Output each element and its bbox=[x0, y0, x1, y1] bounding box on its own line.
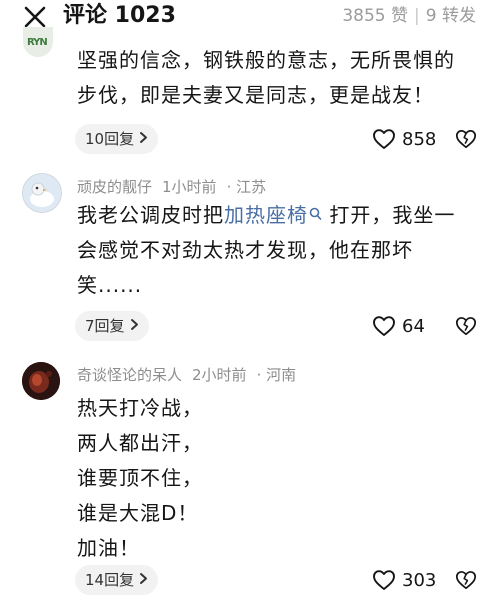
replies-button[interactable]: 14回复 bbox=[75, 565, 159, 595]
comment-line: 笑...... bbox=[77, 273, 143, 297]
like-count: 303 bbox=[402, 569, 437, 591]
comment-time: 1小时前 bbox=[162, 178, 217, 196]
comment-meta: 顽皮的靓仔 1小时前 · 江苏 bbox=[77, 177, 266, 197]
broken-heart-icon[interactable] bbox=[455, 315, 477, 337]
comment-text: 打开，我坐一 bbox=[322, 203, 456, 227]
comment-body: 热天打冷战， 两人都出汗， 谁要顶不住， 谁是大混D！ 加油！ bbox=[77, 391, 203, 566]
like-button[interactable]: 303 bbox=[372, 565, 436, 595]
chevron-right-icon bbox=[130, 319, 138, 330]
comment-text: 我老公调皮时把 bbox=[77, 203, 224, 227]
avatar[interactable] bbox=[22, 173, 62, 213]
username[interactable]: 顽皮的靓仔 bbox=[77, 178, 152, 196]
username[interactable]: 奇谈怪论的呆人 bbox=[77, 366, 182, 384]
heart-icon bbox=[373, 570, 395, 590]
avatar-logo-text: RYN bbox=[27, 37, 48, 48]
broken-heart-icon[interactable] bbox=[455, 128, 477, 150]
avatar[interactable] bbox=[22, 362, 60, 400]
search-link[interactable]: 加热座椅 bbox=[224, 203, 308, 227]
replies-button[interactable]: 7回复 bbox=[75, 311, 149, 341]
avatar[interactable]: RYN bbox=[23, 27, 53, 57]
comments-header: 评论 1023 3855 赞 | 9 转发 bbox=[0, 0, 500, 34]
replies-label: 7回复 bbox=[85, 317, 125, 335]
like-button[interactable]: 858 bbox=[372, 124, 436, 154]
broken-heart-icon[interactable] bbox=[455, 569, 477, 591]
comment-line: 谁要顶不住， bbox=[77, 466, 203, 490]
comment-line: 两人都出汗， bbox=[77, 431, 203, 455]
heart-icon bbox=[373, 316, 395, 336]
stats-separator: | bbox=[414, 6, 420, 26]
avatar-photo-icon bbox=[22, 362, 60, 400]
search-icon[interactable] bbox=[309, 207, 322, 221]
comment-location: · 河南 bbox=[256, 366, 297, 384]
replies-label: 10回复 bbox=[85, 130, 135, 148]
comment-body: 我老公调皮时把加热座椅 打开，我坐一 会感觉不对劲太热才发现，他在那坏 笑...… bbox=[77, 198, 455, 303]
comment-time: 2小时前 bbox=[192, 366, 247, 384]
heart-icon bbox=[373, 129, 395, 149]
avatar-bird-icon bbox=[23, 174, 61, 212]
comment-location: · 江苏 bbox=[226, 178, 267, 196]
comment-line: 谁是大混D！ bbox=[77, 501, 199, 525]
comment-line: 我老公调皮时把加热座椅 打开，我坐一 bbox=[77, 198, 455, 233]
comment-line: 加油！ bbox=[77, 536, 140, 560]
chevron-right-icon bbox=[140, 573, 148, 584]
comment-meta: 奇谈怪论的呆人 2小时前 · 河南 bbox=[77, 365, 296, 385]
like-count: 858 bbox=[402, 128, 437, 150]
like-count: 64 bbox=[402, 315, 425, 337]
comment-line: 会感觉不对劲太热才发现，他在那坏 bbox=[77, 238, 413, 262]
replies-label: 14回复 bbox=[85, 571, 135, 589]
forwards-count: 9 转发 bbox=[425, 6, 476, 26]
comment-line: 步伐，即是夫妻又是同志，更是战友！ bbox=[77, 83, 434, 107]
chevron-right-icon bbox=[140, 132, 148, 143]
comment-line: 热天打冷战， bbox=[77, 396, 203, 420]
page-title: 评论 1023 bbox=[63, 3, 176, 28]
likes-count: 3855 赞 bbox=[342, 6, 409, 26]
comment-body: 坚强的信念，钢铁般的意志，无所畏惧的 步伐，即是夫妻又是同志，更是战友！ bbox=[77, 43, 455, 113]
comment-line: 坚强的信念，钢铁般的意志，无所畏惧的 bbox=[77, 48, 455, 72]
replies-button[interactable]: 10回复 bbox=[75, 124, 159, 154]
header-stats: 3855 赞 | 9 转发 bbox=[342, 4, 476, 28]
like-button[interactable]: 64 bbox=[372, 311, 425, 341]
